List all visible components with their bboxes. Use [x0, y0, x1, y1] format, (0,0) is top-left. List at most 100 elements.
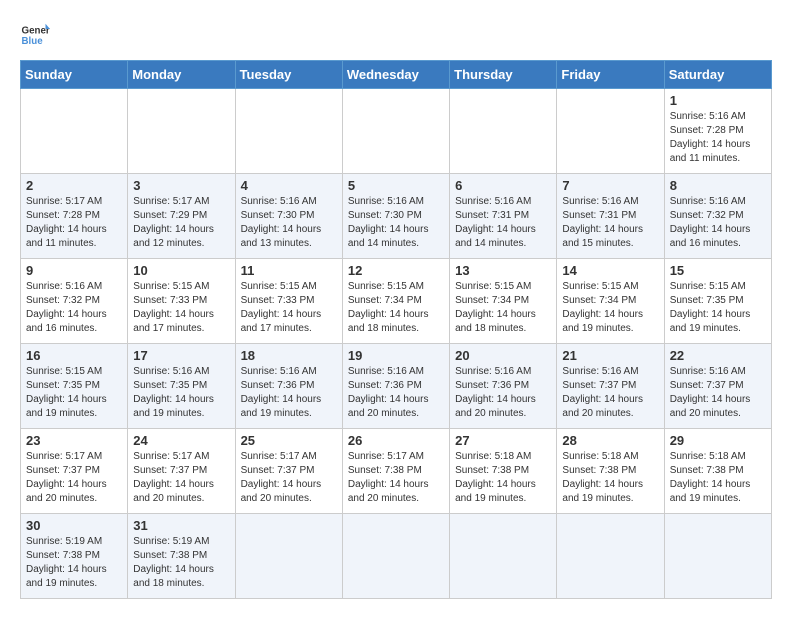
- day-number: 4: [241, 178, 337, 193]
- calendar-cell: [21, 89, 128, 174]
- cell-text: Sunrise: 5:16 AMSunset: 7:32 PMDaylight:…: [670, 196, 751, 249]
- calendar-cell: 8 Sunrise: 5:16 AMSunset: 7:32 PMDaylight…: [664, 174, 771, 259]
- day-number: 21: [562, 348, 658, 363]
- day-number: 10: [133, 263, 229, 278]
- cell-text: Sunrise: 5:16 AMSunset: 7:36 PMDaylight:…: [241, 366, 322, 419]
- cell-text: Sunrise: 5:15 AMSunset: 7:34 PMDaylight:…: [348, 281, 429, 334]
- day-number: 19: [348, 348, 444, 363]
- calendar-cell: 20 Sunrise: 5:16 AMSunset: 7:36 PMDayligh…: [450, 344, 557, 429]
- cell-text: Sunrise: 5:16 AMSunset: 7:36 PMDaylight:…: [348, 366, 429, 419]
- calendar-cell: 23Sunrise: 5:17 AMSunset: 7:37 PMDayligh…: [21, 429, 128, 514]
- cell-text: Sunrise: 5:17 AMSunset: 7:37 PMDaylight:…: [133, 451, 214, 504]
- cell-text: Sunrise: 5:16 AMSunset: 7:30 PMDaylight:…: [348, 196, 429, 249]
- calendar-table: SundayMondayTuesdayWednesdayThursdayFrid…: [20, 60, 772, 599]
- cell-text: Sunrise: 5:19 AMSunset: 7:38 PMDaylight:…: [26, 536, 107, 589]
- day-number: 30: [26, 518, 122, 533]
- cell-text: Sunrise: 5:16 AMSunset: 7:28 PMDaylight:…: [670, 111, 751, 164]
- cell-text: Sunrise: 5:16 AMSunset: 7:35 PMDaylight:…: [133, 366, 214, 419]
- calendar-cell: 19 Sunrise: 5:16 AMSunset: 7:36 PMDayligh…: [342, 344, 449, 429]
- cell-text: Sunrise: 5:18 AMSunset: 7:38 PMDaylight:…: [562, 451, 643, 504]
- calendar-cell: [128, 89, 235, 174]
- day-number: 14: [562, 263, 658, 278]
- calendar-week-row: 23 Sunrise: 5:17 AMSunset: 7:37 PMDayligh…: [21, 429, 772, 514]
- day-number: 29: [670, 433, 766, 448]
- cell-text: Sunrise: 5:15 AMSunset: 7:33 PMDaylight:…: [241, 281, 322, 334]
- cell-text: Sunrise: 5:15 AMSunset: 7:35 PMDaylight:…: [670, 281, 751, 334]
- day-number: 25: [241, 433, 337, 448]
- calendar-cell: [342, 89, 449, 174]
- header-sunday: Sunday: [21, 61, 128, 89]
- cell-text: Sunrise: 5:16 AMSunset: 7:32 PMDaylight:…: [26, 281, 107, 334]
- day-number: 16: [26, 348, 122, 363]
- calendar-cell: 13Sunrise: 5:15 AMSunset: 7:34 PMDayligh…: [450, 259, 557, 344]
- cell-text: Sunrise: 5:15 AMSunset: 7:35 PMDaylight:…: [26, 366, 107, 419]
- calendar-cell: 7 Sunrise: 5:16 AMSunset: 7:31 PMDaylight…: [557, 174, 664, 259]
- cell-text: Sunrise: 5:17 AMSunset: 7:38 PMDaylight:…: [348, 451, 429, 504]
- calendar-cell: [235, 89, 342, 174]
- day-number: 9: [26, 263, 122, 278]
- calendar-week-row: 9 Sunrise: 5:16 AMSunset: 7:32 PMDaylight…: [21, 259, 772, 344]
- calendar-week-row: 16 Sunrise: 5:15 AMSunset: 7:35 PMDayligh…: [21, 344, 772, 429]
- calendar-cell: 11 Sunrise: 5:15 AMSunset: 7:33 PMDayligh…: [235, 259, 342, 344]
- day-number: 6: [455, 178, 551, 193]
- calendar-cell: 29 Sunrise: 5:18 AMSunset: 7:38 PMDayligh…: [664, 429, 771, 514]
- calendar-cell: [235, 514, 342, 599]
- cell-text: Sunrise: 5:15 AMSunset: 7:34 PMDaylight:…: [562, 281, 643, 334]
- calendar-cell: [557, 514, 664, 599]
- calendar-cell: 21 Sunrise: 5:16 AMSunset: 7:37 PMDayligh…: [557, 344, 664, 429]
- calendar-cell: 12 Sunrise: 5:15 AMSunset: 7:34 PMDayligh…: [342, 259, 449, 344]
- cell-text: Sunrise: 5:17 AMSunset: 7:29 PMDaylight:…: [133, 196, 214, 249]
- day-number: 26: [348, 433, 444, 448]
- day-number: 8: [670, 178, 766, 193]
- header-friday: Friday: [557, 61, 664, 89]
- day-number: 20: [455, 348, 551, 363]
- calendar-cell: 9 Sunrise: 5:16 AMSunset: 7:32 PMDaylight…: [21, 259, 128, 344]
- calendar-cell: 16 Sunrise: 5:15 AMSunset: 7:35 PMDayligh…: [21, 344, 128, 429]
- cell-text: Sunrise: 5:16 AMSunset: 7:31 PMDaylight:…: [455, 196, 536, 249]
- calendar-cell: 3 Sunrise: 5:17 AMSunset: 7:29 PMDaylight…: [128, 174, 235, 259]
- calendar-cell: 14 Sunrise: 5:15 AMSunset: 7:34 PMDayligh…: [557, 259, 664, 344]
- header-thursday: Thursday: [450, 61, 557, 89]
- calendar-cell: 5 Sunrise: 5:16 AMSunset: 7:30 PMDaylight…: [342, 174, 449, 259]
- calendar-cell: 10Sunrise: 5:15 AMSunset: 7:33 PMDayligh…: [128, 259, 235, 344]
- calendar-cell: [450, 89, 557, 174]
- day-number: 24: [133, 433, 229, 448]
- cell-text: Sunrise: 5:17 AMSunset: 7:37 PMDaylight:…: [241, 451, 322, 504]
- cell-text: Sunrise: 5:16 AMSunset: 7:37 PMDaylight:…: [670, 366, 751, 419]
- day-number: 18: [241, 348, 337, 363]
- day-number: 22: [670, 348, 766, 363]
- calendar-cell: 25 Sunrise: 5:17 AMSunset: 7:37 PMDayligh…: [235, 429, 342, 514]
- cell-text: Sunrise: 5:15 AMSunset: 7:34 PMDaylight:…: [455, 281, 536, 334]
- day-number: 12: [348, 263, 444, 278]
- header-monday: Monday: [128, 61, 235, 89]
- calendar-cell: 28 Sunrise: 5:18 AMSunset: 7:38 PMDayligh…: [557, 429, 664, 514]
- calendar-cell: [664, 514, 771, 599]
- calendar-cell: [342, 514, 449, 599]
- cell-text: Sunrise: 5:16 AMSunset: 7:37 PMDaylight:…: [562, 366, 643, 419]
- day-number: 7: [562, 178, 658, 193]
- calendar-cell: 24 Sunrise: 5:17 AMSunset: 7:37 PMDayligh…: [128, 429, 235, 514]
- calendar-cell: 18 Sunrise: 5:16 AMSunset: 7:36 PMDayligh…: [235, 344, 342, 429]
- day-number: 27: [455, 433, 551, 448]
- day-number: 28: [562, 433, 658, 448]
- day-number: 23: [26, 433, 122, 448]
- calendar-cell: 30 Sunrise: 5:19 AMSunset: 7:38 PMDayligh…: [21, 514, 128, 599]
- day-number: 5: [348, 178, 444, 193]
- cell-text: Sunrise: 5:16 AMSunset: 7:36 PMDaylight:…: [455, 366, 536, 419]
- day-number: 17: [133, 348, 229, 363]
- day-number: 3: [133, 178, 229, 193]
- cell-text: Sunrise: 5:17 AMSunset: 7:28 PMDaylight:…: [26, 196, 107, 249]
- cell-text: Sunrise: 5:16 AMSunset: 7:31 PMDaylight:…: [562, 196, 643, 249]
- header-wednesday: Wednesday: [342, 61, 449, 89]
- calendar-cell: 27 Sunrise: 5:18 AMSunset: 7:38 PMDayligh…: [450, 429, 557, 514]
- calendar-cell: 2 Sunrise: 5:17 AMSunset: 7:28 PMDaylight…: [21, 174, 128, 259]
- cell-text: Sunrise: 5:18 AMSunset: 7:38 PMDaylight:…: [670, 451, 751, 504]
- day-number: 11: [241, 263, 337, 278]
- day-number: 2: [26, 178, 122, 193]
- calendar-cell: 22 Sunrise: 5:16 AMSunset: 7:37 PMDayligh…: [664, 344, 771, 429]
- calendar-cell: 31Sunrise: 5:19 AMSunset: 7:38 PMDayligh…: [128, 514, 235, 599]
- calendar-cell: 6 Sunrise: 5:16 AMSunset: 7:31 PMDaylight…: [450, 174, 557, 259]
- calendar-week-row: 30 Sunrise: 5:19 AMSunset: 7:38 PMDayligh…: [21, 514, 772, 599]
- calendar-cell: 26 Sunrise: 5:17 AMSunset: 7:38 PMDayligh…: [342, 429, 449, 514]
- cell-text: Sunrise: 5:18 AMSunset: 7:38 PMDaylight:…: [455, 451, 536, 504]
